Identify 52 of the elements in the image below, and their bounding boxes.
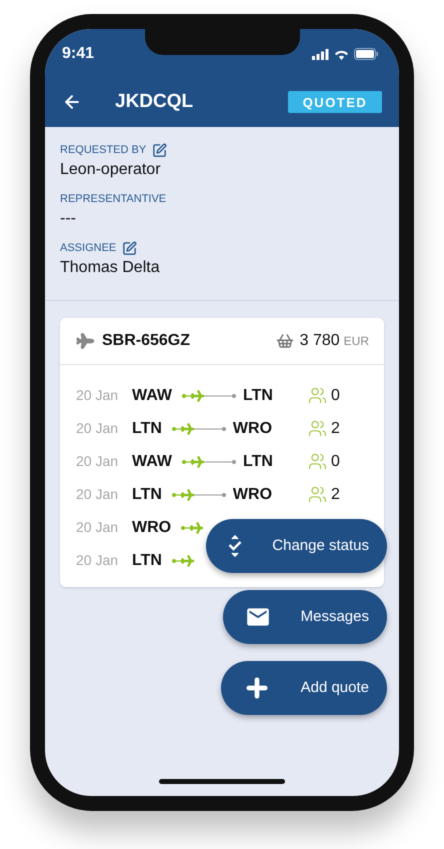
- route-drawing: [182, 390, 237, 402]
- aircraft-registration: SBR-656GZ: [102, 331, 192, 351]
- leg-date: 20 Jan: [76, 452, 120, 471]
- route-drawing: [181, 522, 204, 534]
- leg-date: 20 Jan: [76, 419, 120, 438]
- departure-airport: WAW: [132, 386, 172, 406]
- leg-date: 20 Jan: [76, 518, 120, 537]
- edit-icon[interactable]: [122, 240, 138, 256]
- status-time: 9:41: [62, 44, 94, 64]
- arrival-airport: WRO: [232, 484, 272, 504]
- action-button[interactable]: Change status: [206, 519, 387, 573]
- arrival-airport: LTN: [243, 452, 273, 472]
- departure-airport: LTN: [132, 418, 162, 438]
- passengers-icon: [308, 452, 327, 471]
- passenger-count: 2: [331, 418, 340, 438]
- passengers-icon: [308, 386, 327, 405]
- departure-airport: WRO: [132, 518, 172, 538]
- passengers-icon: [308, 419, 327, 438]
- wifi-icon: [334, 48, 349, 60]
- field-value: ---: [60, 209, 77, 229]
- arrival-airport: LTN: [243, 386, 273, 406]
- route-drawing: [172, 554, 195, 566]
- passenger-count: 2: [331, 484, 340, 504]
- route-drawing: [182, 456, 237, 468]
- field-value: Leon-operator: [60, 160, 162, 180]
- leg-date: 20 Jan: [76, 485, 120, 504]
- action-button[interactable]: Add quote: [220, 661, 387, 715]
- page-title: JKDCQL: [115, 90, 194, 114]
- field-label: ASSIGNEE: [60, 240, 116, 256]
- departure-airport: LTN: [132, 484, 162, 504]
- passenger-count: 0: [331, 452, 340, 472]
- departure-airport: LTN: [132, 550, 162, 570]
- route-drawing: [172, 488, 227, 500]
- action-button[interactable]: Messages: [222, 590, 387, 644]
- edit-icon[interactable]: [152, 142, 168, 158]
- basket-icon: [276, 332, 294, 350]
- battery-icon: [354, 48, 378, 60]
- status-badge: QUOTED: [288, 91, 382, 114]
- leg-date: 20 Jan: [76, 551, 120, 570]
- passengers-icon: [308, 485, 327, 504]
- up-down-check-icon: [228, 535, 242, 557]
- field-label: REQUESTED BY: [60, 142, 146, 158]
- signal-icon: [312, 48, 329, 60]
- passenger-count: 0: [331, 386, 340, 406]
- leg-date: 20 Jan: [76, 386, 120, 405]
- price: 3 780: [300, 331, 340, 351]
- currency: EUR: [344, 333, 369, 350]
- departure-airport: WAW: [132, 452, 172, 472]
- field-label: REPRESENTANTIVE: [60, 192, 166, 207]
- field-value: Thomas Delta: [60, 258, 161, 278]
- arrival-airport: WRO: [232, 418, 272, 438]
- route-drawing: [172, 422, 227, 434]
